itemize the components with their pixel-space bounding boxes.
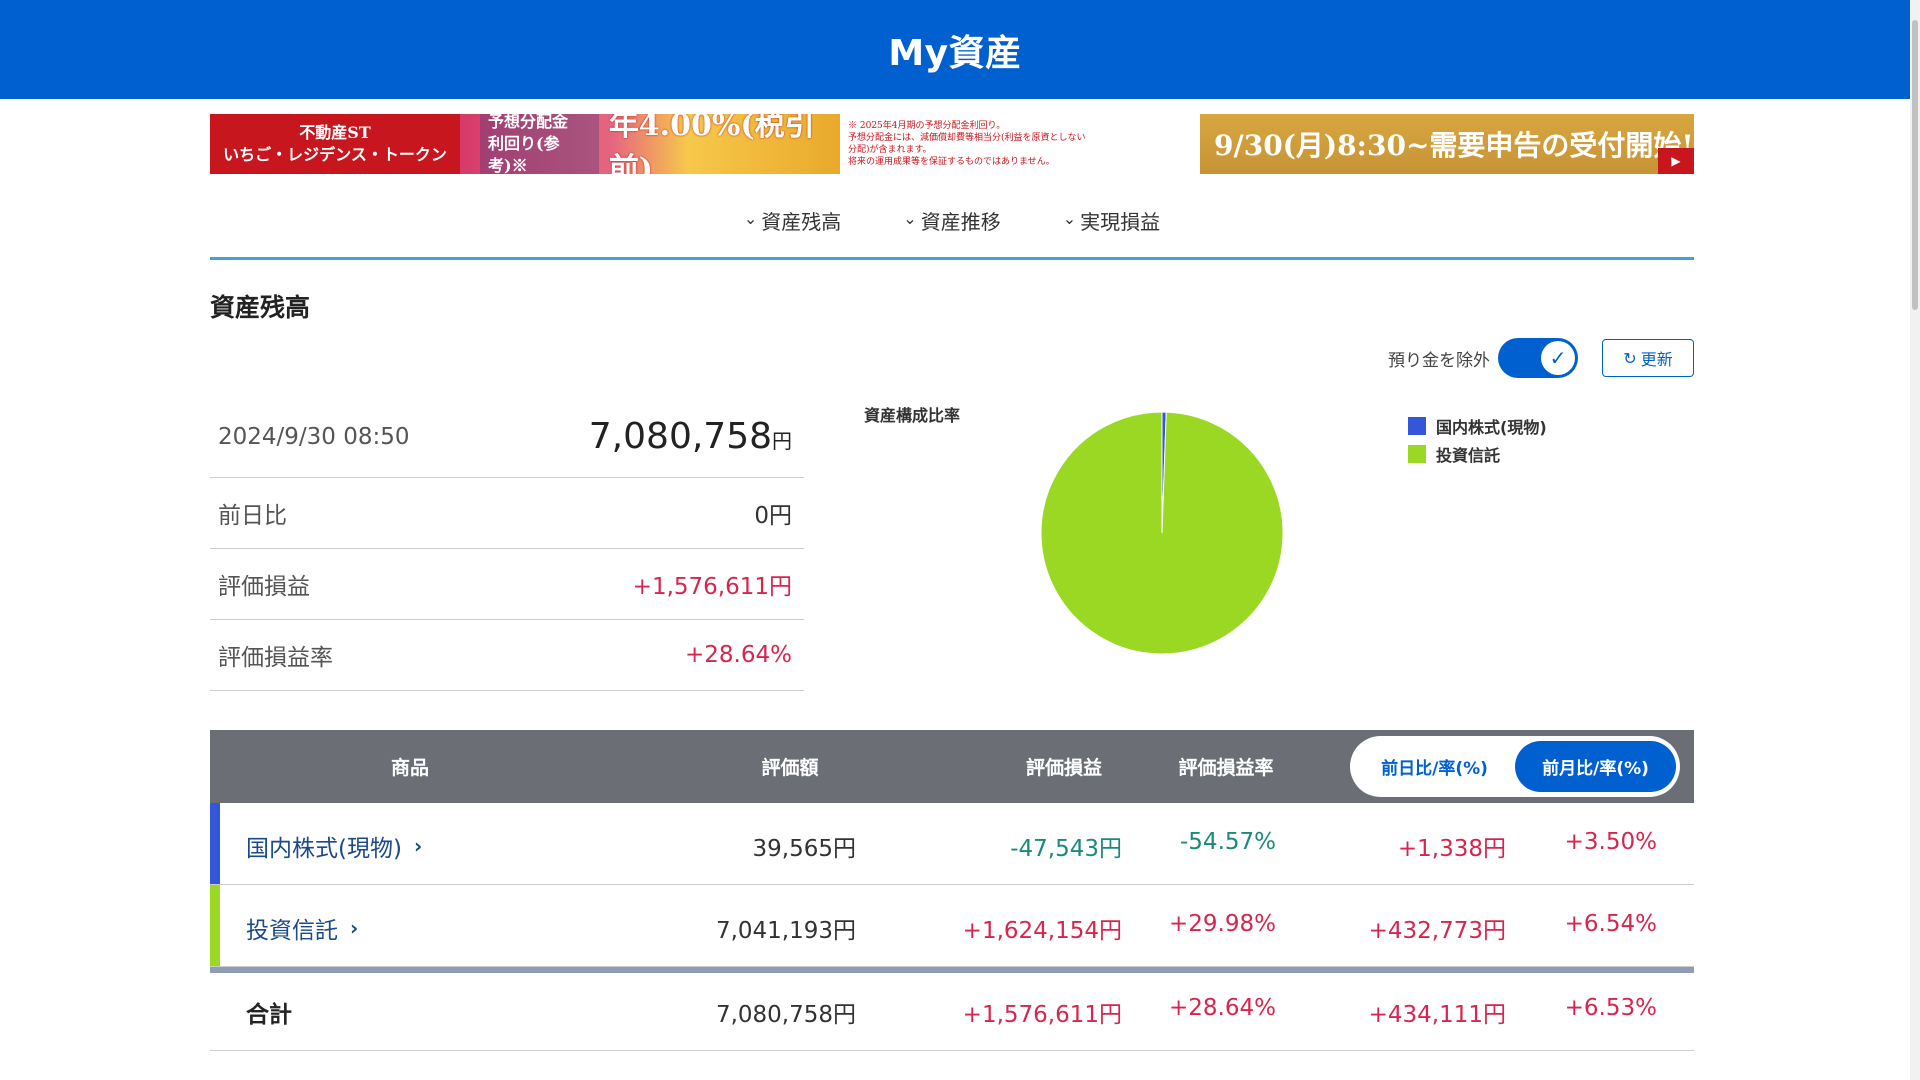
change-period-toggle: 前日比/率(%) 前月比/率(%) xyxy=(1350,736,1680,797)
cell-pl: -47,543円 xyxy=(1010,836,1122,862)
chevron-down-icon: ⌄ xyxy=(1062,209,1077,228)
nav-item-realized[interactable]: ⌄ 実現損益 xyxy=(1063,196,1160,257)
summary-row: 評価損益 +1,576,611円 xyxy=(210,549,804,620)
col-header-value: 評価額 xyxy=(761,757,819,779)
chevron-down-icon: ⌄ xyxy=(903,209,917,228)
row-color-bar xyxy=(210,803,220,884)
banner-brand: 不動産ST いちご・レジデンス・トークン xyxy=(210,114,460,174)
toggle-monthly-change[interactable]: 前月比/率(%) xyxy=(1515,741,1676,792)
summary-row: 評価損益率 +28.64% xyxy=(210,620,804,691)
summary-total-row: 2024/9/30 08:50 7,080,758円 xyxy=(210,396,804,478)
page-header: My資産 xyxy=(0,0,1910,99)
row-color-bar xyxy=(210,885,220,966)
refresh-icon: ↻ xyxy=(1623,348,1637,368)
refresh-button[interactable]: ↻ 更新 xyxy=(1602,339,1694,377)
chevron-right-icon: › xyxy=(413,834,423,858)
cell-pl-rate: +29.98% xyxy=(1169,911,1276,937)
table-row: 国内株式(現物) › 39,565円 -47,543円 -54.57% +1,33… xyxy=(210,803,1694,885)
total-label: 合計 xyxy=(246,1002,292,1028)
cell-pl-rate: -54.57% xyxy=(1180,829,1276,855)
table-total-row: 合計 7,080,758円 +1,576,611円 +28.64% +434,1… xyxy=(210,973,1694,1051)
banner-line2: いちご・レジデンス・トークン xyxy=(223,145,447,164)
cell-change-rate: +3.50% xyxy=(1564,829,1657,855)
table-header: 商品 評価額 評価損益 評価損益率 前日比/率(%) 前月比/率(%) xyxy=(210,730,1694,803)
product-link-investment-trust[interactable]: 投資信託 › xyxy=(246,911,358,945)
cell-change-rate: +6.54% xyxy=(1564,911,1657,937)
banner-notes: ※ 2025年4月期の予想分配金利回り。 予想分配金には、減価償却費等相当分(利… xyxy=(840,114,1200,174)
banner-cta: 9/30(月)8:30~需要申告の受付開始! ▶ xyxy=(1200,114,1694,174)
banner-yield: 予想分配金 利回り(参考)※ 年4.00%(税引前) xyxy=(460,114,840,174)
cell-change: +434,111円 xyxy=(1368,1002,1506,1028)
controls: 預り金を除外 ✓ ↻ 更新 xyxy=(1388,338,1694,378)
exclude-deposit-toggle[interactable]: ✓ xyxy=(1498,338,1578,378)
cell-value: 7,041,193円 xyxy=(715,918,856,944)
banner-yield-value: 年4.00%(税引前) xyxy=(608,114,815,174)
summary-panel: 2024/9/30 08:50 7,080,758円 前日比 0円 評価損益 +… xyxy=(210,396,804,691)
cell-change: +432,773円 xyxy=(1368,918,1506,944)
banner-yield-label2: 利回り(参考)※ xyxy=(488,134,560,174)
nav-item-history[interactable]: ⌄ 資産推移 xyxy=(903,196,1000,257)
summary-date: 2024/9/30 08:50 xyxy=(218,423,410,450)
anchor-nav: ⌄ 資産残高 ⌄ 資産推移 ⌄ 実現損益 xyxy=(210,196,1694,260)
cell-change: +1,338円 xyxy=(1397,836,1506,862)
nav-item-label: 資産推移 xyxy=(920,210,1001,234)
banner-note: 分配)が含まれます。 xyxy=(848,145,932,155)
summary-value: 0円 xyxy=(754,503,792,529)
banner-line1: 不動産ST xyxy=(299,123,371,142)
summary-label: 評価損益率 xyxy=(218,645,333,671)
nav-item-label: 実現損益 xyxy=(1080,210,1161,234)
legend-item: 投資信託 xyxy=(1408,442,1547,466)
legend-label: 投資信託 xyxy=(1436,446,1501,465)
summary-value: +1,576,611円 xyxy=(632,574,792,600)
banner-yield-label1: 予想分配金 xyxy=(488,114,569,131)
col-header-pl: 評価損益 xyxy=(1025,757,1102,779)
summary-total: 7,080,758円 xyxy=(589,416,792,457)
col-header-pl-rate: 評価損益率 xyxy=(1178,757,1274,779)
promo-banner[interactable]: 不動産ST いちご・レジデンス・トークン 予想分配金 利回り(参考)※ 年4.0… xyxy=(210,114,1694,174)
product-link-domestic-stock[interactable]: 国内株式(現物) › xyxy=(246,829,422,863)
play-icon: ▶ xyxy=(1658,148,1694,174)
col-header-product: 商品 xyxy=(390,757,429,779)
summary-row: 前日比 0円 xyxy=(210,478,804,549)
summary-value: +28.64% xyxy=(685,642,792,668)
holdings-table: 商品 評価額 評価損益 評価損益率 前日比/率(%) 前月比/率(%) 国内株式… xyxy=(210,730,1694,1051)
banner-cta-text: 9/30(月)8:30~需要申告の受付開始! xyxy=(1214,129,1694,162)
cell-value: 39,565円 xyxy=(752,836,856,862)
summary-total-value: 7,080,758 xyxy=(588,416,772,457)
nav-item-balance[interactable]: ⌄ 資産残高 xyxy=(744,196,841,257)
cell-value: 7,080,758円 xyxy=(715,1002,856,1028)
banner-note: 将来の運用成果等を保証するものではありません。 xyxy=(848,157,1055,167)
cell-change-rate: +6.53% xyxy=(1564,995,1657,1021)
toggle-daily-change[interactable]: 前日比/率(%) xyxy=(1354,741,1515,792)
yen-unit: 円 xyxy=(772,429,792,453)
scroll-thumb[interactable] xyxy=(1912,20,1918,310)
summary-label: 前日比 xyxy=(218,503,287,529)
scrollbar[interactable] xyxy=(1910,0,1920,1080)
check-icon: ✓ xyxy=(1541,341,1575,375)
legend-item: 国内株式(現物) xyxy=(1408,414,1547,438)
legend-label: 国内株式(現物) xyxy=(1436,418,1547,437)
pie-slice-1 xyxy=(1040,411,1284,655)
exclude-deposit-label: 預り金を除外 xyxy=(1388,350,1490,371)
chevron-down-icon: ⌄ xyxy=(743,209,758,228)
nav-item-label: 資産残高 xyxy=(761,210,842,234)
cell-pl: +1,624,154円 xyxy=(962,918,1122,944)
cell-pl-rate: +28.64% xyxy=(1169,995,1276,1021)
section-title: 資産残高 xyxy=(210,293,311,322)
refresh-label: 更新 xyxy=(1640,350,1673,369)
chevron-right-icon: › xyxy=(350,916,359,940)
banner-note: ※ 2025年4月期の予想分配金利回り。 xyxy=(848,121,1006,131)
product-name: 投資信託 xyxy=(246,918,338,944)
page-title: My資産 xyxy=(888,32,1022,74)
pie-chart-title: 資産構成比率 xyxy=(864,406,961,425)
summary-label: 評価損益 xyxy=(218,574,310,600)
pie-legend: 国内株式(現物) 投資信託 xyxy=(1408,414,1547,470)
legend-swatch xyxy=(1408,445,1426,463)
legend-swatch xyxy=(1408,417,1426,435)
table-row: 投資信託 › 7,041,193円 +1,624,154円 +29.98% +43… xyxy=(210,885,1694,967)
banner-note: 予想分配金には、減価償却費等相当分(利益を原資としない xyxy=(848,133,1086,143)
product-name: 国内株式(現物) xyxy=(246,836,402,862)
pie-chart xyxy=(1040,411,1284,655)
cell-pl: +1,576,611円 xyxy=(962,1002,1122,1028)
